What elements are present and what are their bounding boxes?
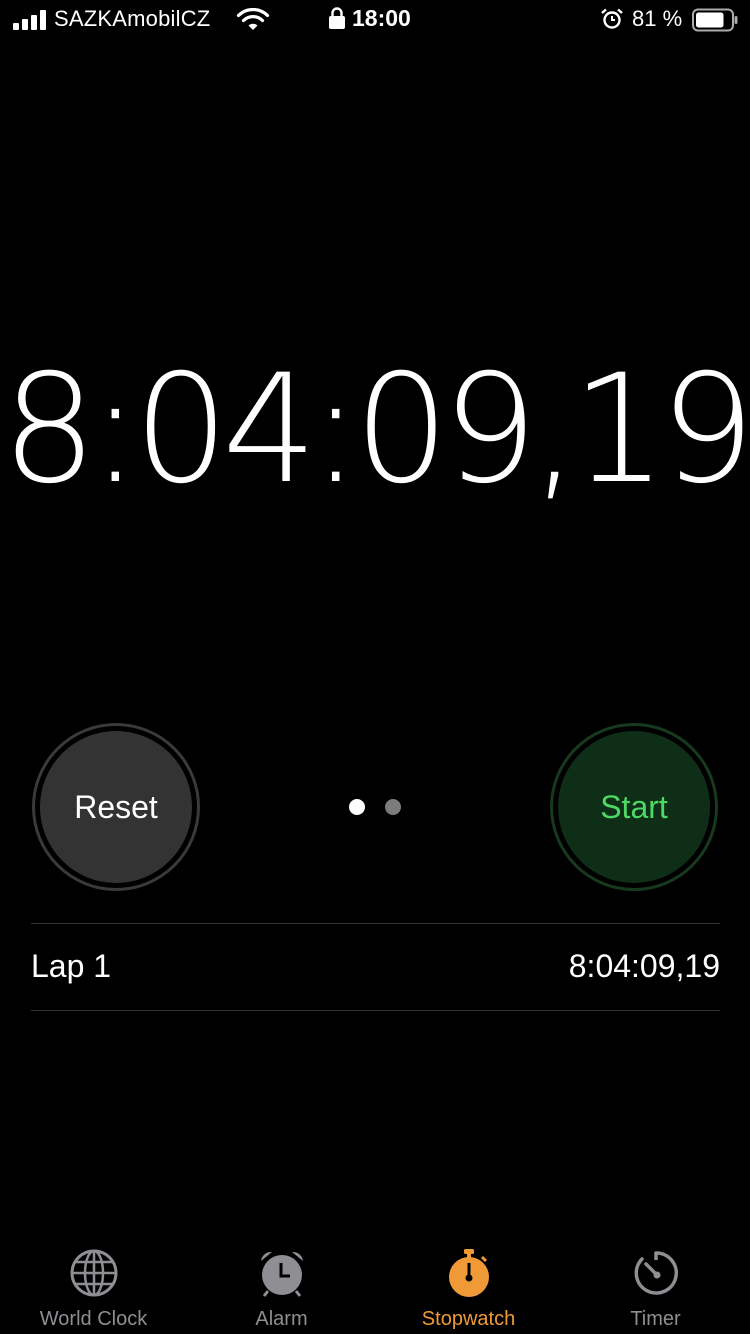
alarm-clock-icon [261,1251,303,1297]
wifi-icon [236,8,270,30]
status-time: 18:00 [352,5,411,31]
tab-alarm[interactable]: Alarm [188,1240,375,1334]
page-dot-1[interactable] [349,799,365,815]
tab-label-timer: Timer [630,1308,681,1330]
tab-timer[interactable]: Timer [562,1240,749,1334]
stopwatch-icon [449,1249,489,1297]
stopwatch-display: 8:04:09,19 [1,343,750,517]
tab-label-stopwatch: Stopwatch [421,1308,516,1330]
tab-stopwatch[interactable]: Stopwatch [375,1240,562,1334]
start-button-label: Start [558,731,710,883]
reset-button-label: Reset [40,731,192,883]
signal-icon [13,10,47,30]
lock-icon [329,7,345,29]
carrier-name: SAZKAmobilCZ [54,6,211,31]
timer-icon [634,1251,678,1295]
tab-label-alarm: Alarm [255,1308,308,1330]
lap-label: Lap 1 [31,948,112,984]
lap-time: 8:04:09,19 [568,948,720,984]
tab-world-clock[interactable]: World Clock [0,1240,187,1334]
start-button[interactable]: Start [550,723,718,891]
battery-icon [692,8,738,32]
tab-bar: World Clock Alarm Stopwatch Timer [0,1240,750,1334]
alarm-icon [601,8,623,29]
lap-divider-bottom [31,1010,720,1011]
status-bar: SAZKAmobilCZ 18:00 81 % [0,0,750,40]
reset-button[interactable]: Reset [32,723,200,891]
lap-row: Lap 1 8:04:09,19 [31,924,720,1010]
tab-label-world-clock: World Clock [39,1308,148,1330]
page-indicator[interactable] [349,799,409,815]
globe-icon [70,1249,118,1297]
page-dot-2[interactable] [385,799,401,815]
battery-percent: 81 % [632,6,683,31]
